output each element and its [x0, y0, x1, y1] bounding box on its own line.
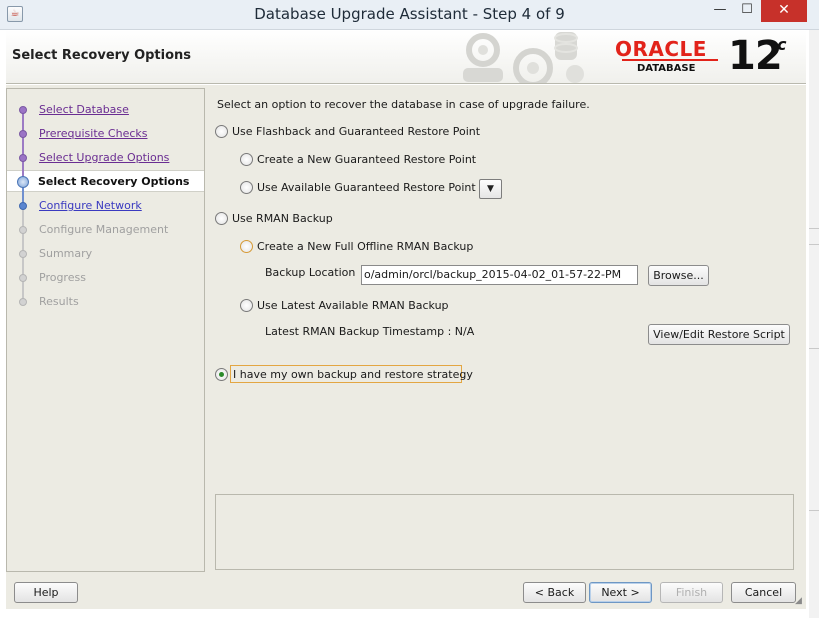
full-offline-backup-label[interactable]: Create a New Full Offline RMAN Backup: [257, 240, 473, 253]
oracle-logo: ORACLE: [615, 37, 707, 61]
use-restore-point-label[interactable]: Use Available Guaranteed Restore Point: [257, 181, 476, 194]
latest-rman-backup-radio[interactable]: [240, 299, 253, 312]
own-strategy-radio[interactable]: [215, 368, 228, 381]
radio-selected-dot: [219, 372, 224, 377]
nav-item-results: Results: [39, 295, 79, 308]
right-edge-divider: [809, 348, 819, 349]
nav-item-configure-management: Configure Management: [39, 223, 169, 236]
restore-point-dropdown[interactable]: ▼: [479, 179, 502, 199]
version-suffix: c: [777, 35, 787, 54]
nav-item-select-recovery-options[interactable]: Select Recovery Options: [38, 175, 189, 188]
nav-node-done: [19, 154, 27, 162]
cancel-button[interactable]: Cancel: [731, 582, 796, 603]
right-edge-divider: [809, 244, 819, 245]
flashback-label[interactable]: Use Flashback and Guaranteed Restore Poi…: [232, 125, 480, 138]
resize-grip-icon[interactable]: ◢: [795, 596, 802, 606]
create-restore-point-label[interactable]: Create a New Guaranteed Restore Point: [257, 153, 476, 166]
logo-divider: [622, 59, 718, 61]
next-button[interactable]: Next >: [589, 582, 652, 603]
instruction-text: Select an option to recover the database…: [217, 98, 590, 111]
nav-node-done: [19, 106, 27, 114]
backup-location-label: Backup Location: [265, 266, 356, 279]
flashback-radio[interactable]: [215, 125, 228, 138]
create-restore-point-radio[interactable]: [240, 153, 253, 166]
nav-node-current: [17, 176, 29, 188]
right-edge-strip: [809, 30, 819, 618]
nav-node-next: [19, 202, 27, 210]
nav-track-done: [22, 113, 24, 179]
oracle-logo-sub: DATABASE: [637, 63, 696, 74]
nav-item-prerequisite-checks[interactable]: Prerequisite Checks: [39, 127, 147, 140]
gears-graphic-icon: [463, 32, 584, 83]
own-strategy-label[interactable]: I have my own backup and restore strateg…: [233, 368, 473, 381]
view-edit-restore-script-button[interactable]: View/Edit Restore Script: [648, 324, 790, 345]
full-offline-backup-radio[interactable]: [240, 240, 253, 253]
right-edge-divider: [809, 228, 819, 229]
rman-backup-radio[interactable]: [215, 212, 228, 225]
browse-button[interactable]: Browse...: [648, 265, 709, 286]
nav-item-select-upgrade-options[interactable]: Select Upgrade Options: [39, 151, 169, 164]
right-edge-divider: [809, 510, 819, 511]
nav-node-done: [19, 130, 27, 138]
finish-button: Finish: [660, 582, 723, 603]
latest-rman-backup-label[interactable]: Use Latest Available RMAN Backup: [257, 299, 449, 312]
minimize-button[interactable]: —: [706, 0, 734, 22]
nav-item-progress: Progress: [39, 271, 86, 284]
close-button[interactable]: ✕: [761, 0, 807, 22]
step-title: Select Recovery Options: [12, 48, 192, 63]
use-restore-point-radio[interactable]: [240, 181, 253, 194]
nav-item-summary: Summary: [39, 247, 93, 260]
nav-node-pending: [19, 274, 27, 282]
nav-node-pending: [19, 250, 27, 258]
back-button[interactable]: < Back: [523, 582, 586, 603]
message-pane: [215, 494, 794, 570]
window-title: Database Upgrade Assistant - Step 4 of 9: [254, 5, 565, 23]
latest-backup-timestamp: Latest RMAN Backup Timestamp : N/A: [265, 325, 475, 338]
nav-node-pending: [19, 226, 27, 234]
nav-item-configure-network[interactable]: Configure Network: [39, 199, 142, 212]
nav-node-pending: [19, 298, 27, 306]
backup-location-field[interactable]: o/admin/orcl/backup_2015-04-02_01-57-22-…: [361, 265, 638, 285]
version-number: 12: [728, 33, 783, 79]
maximize-button[interactable]: ☐: [733, 0, 761, 22]
window-bottom-edge: [0, 609, 819, 618]
chevron-down-icon: ▼: [487, 184, 494, 194]
help-button[interactable]: Help: [14, 582, 78, 603]
rman-backup-label[interactable]: Use RMAN Backup: [232, 212, 333, 225]
nav-item-select-database[interactable]: Select Database: [39, 103, 129, 116]
